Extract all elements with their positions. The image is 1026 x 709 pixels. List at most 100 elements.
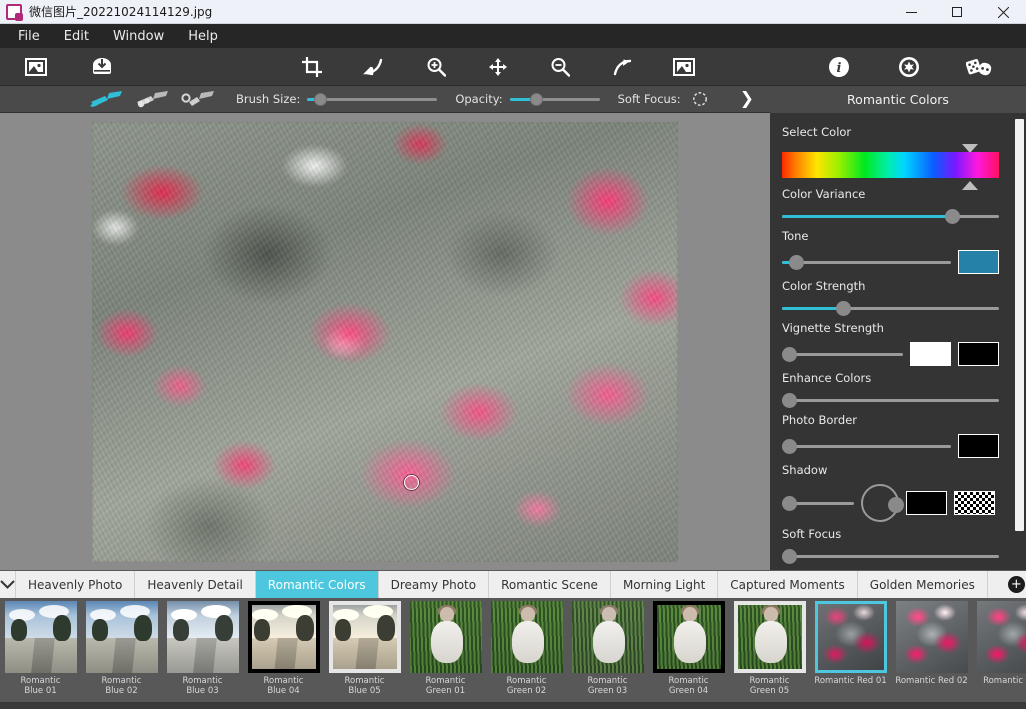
tab-heavenly-detail[interactable]: Heavenly Detail (135, 571, 255, 598)
panel-scrollbar-thumb[interactable] (1015, 119, 1024, 531)
thumbnail-item[interactable]: Romantic Red (972, 598, 1026, 686)
thumbnail-caption: Romantic Green 04 (669, 676, 709, 696)
expand-options-button[interactable]: ❯ (740, 91, 754, 108)
effects-icon[interactable] (959, 50, 999, 84)
paint-brush-icon[interactable] (88, 89, 126, 109)
info-icon[interactable]: i (819, 50, 859, 84)
tone-slider[interactable] (782, 254, 951, 270)
thumbnail-item[interactable]: Romantic Red 02 (891, 598, 972, 686)
soft-focus-slider[interactable] (782, 548, 999, 564)
thumbnail-item[interactable]: Romantic Green 03 (567, 598, 648, 696)
menu-help[interactable]: Help (176, 26, 230, 47)
thumbnail-image[interactable] (572, 601, 644, 673)
thumbnail-image[interactable] (491, 601, 563, 673)
soft-focus-panel-label: Soft Focus (782, 527, 999, 541)
shadow-black-swatch[interactable] (906, 491, 947, 515)
zoom-in-icon[interactable] (416, 50, 456, 84)
thumbnail-item[interactable]: Romantic Blue 04 (243, 598, 324, 696)
pan-move-icon[interactable] (478, 50, 518, 84)
enhance-colors-slider[interactable] (782, 392, 999, 408)
tab-romantic-scene[interactable]: Romantic Scene (489, 571, 611, 598)
color-variance-slider[interactable] (782, 208, 999, 224)
thumbnail-image[interactable] (815, 601, 887, 673)
opacity-slider[interactable] (510, 92, 600, 106)
thumbnail-item-selected[interactable]: Romantic Red 01 (810, 598, 891, 686)
enhance-colors-label: Enhance Colors (782, 371, 999, 385)
thumbnail-image[interactable] (896, 601, 968, 673)
photo-border-label: Photo Border (782, 413, 999, 427)
shadow-direction-dial[interactable] (861, 484, 899, 522)
close-button[interactable] (980, 0, 1026, 24)
thumbnail-caption: Romantic Blue 03 (183, 676, 223, 696)
vignette-strength-slider[interactable] (782, 346, 903, 362)
brush-size-slider[interactable] (307, 92, 437, 106)
vignette-black-swatch[interactable] (958, 342, 999, 366)
thumbnail-caption: Romantic Blue 05 (345, 676, 385, 696)
menu-edit[interactable]: Edit (52, 26, 101, 47)
thumbnail-item[interactable]: Romantic Blue 01 (0, 598, 81, 696)
thumbnail-image[interactable] (167, 601, 239, 673)
brush-mode-group (88, 89, 218, 109)
save-image-icon[interactable] (82, 50, 122, 84)
panel-scrollbar[interactable] (1013, 113, 1026, 570)
redo-icon[interactable] (602, 50, 642, 84)
smart-brush-icon[interactable] (180, 89, 218, 109)
preset-thumbnail-strip[interactable]: Romantic Blue 01 Romantic Blue 02 Romant… (0, 598, 1026, 702)
open-image-icon[interactable] (16, 50, 56, 84)
tab-captured-moments[interactable]: Captured Moments (718, 571, 857, 598)
minimize-button[interactable] (888, 0, 934, 24)
tab-dreamy-photo[interactable]: Dreamy Photo (379, 571, 489, 598)
thumbnail-image[interactable] (86, 601, 158, 673)
photo-border-black-swatch[interactable] (958, 434, 999, 458)
undo-icon[interactable] (354, 50, 394, 84)
menu-file[interactable]: File (6, 26, 52, 47)
thumbnail-image[interactable] (410, 601, 482, 673)
thumbnail-item[interactable]: Romantic Green 04 (648, 598, 729, 696)
maximize-button[interactable] (934, 0, 980, 24)
tab-morning-light[interactable]: Morning Light (611, 571, 718, 598)
shadow-label: Shadow (782, 463, 999, 477)
thumbnail-item[interactable]: Romantic Blue 05 (324, 598, 405, 696)
window-title: 微信图片_20221024114129.jpg (29, 3, 212, 20)
svg-text:i: i (837, 61, 842, 76)
thumbnail-image[interactable] (248, 601, 320, 673)
brush-cursor (404, 475, 419, 490)
color-strength-slider[interactable] (782, 300, 999, 316)
edited-photo[interactable] (92, 122, 678, 562)
color-strength-label: Color Strength (782, 279, 999, 293)
shadow-slider[interactable] (782, 495, 854, 511)
tab-heavenly-photo[interactable]: Heavenly Photo (16, 571, 135, 598)
thumbnail-item[interactable]: Romantic Green 05 (729, 598, 810, 696)
menu-window[interactable]: Window (101, 26, 176, 47)
photo-border-slider[interactable] (782, 438, 951, 454)
thumbnail-item[interactable]: Romantic Green 02 (486, 598, 567, 696)
crop-icon[interactable] (292, 50, 332, 84)
thumbnail-item[interactable]: Romantic Blue 03 (162, 598, 243, 696)
thumbnail-image[interactable] (734, 601, 806, 673)
settings-icon[interactable] (889, 50, 929, 84)
vignette-strength-label: Vignette Strength (782, 321, 999, 335)
thumbnail-image[interactable] (653, 601, 725, 673)
shadow-transparent-swatch[interactable] (954, 491, 995, 515)
erase-brush-icon[interactable] (134, 89, 172, 109)
preset-tabbar: Heavenly Photo Heavenly Detail Romantic … (0, 570, 1026, 598)
add-preset-button[interactable]: + (1008, 576, 1025, 593)
image-canvas[interactable] (0, 113, 770, 570)
tab-golden-memories[interactable]: Golden Memories (858, 571, 988, 598)
tab-romantic-colors[interactable]: Romantic Colors (256, 571, 379, 598)
thumbnail-frame-black (653, 601, 725, 673)
hue-gradient-bar[interactable] (782, 152, 999, 178)
thumbnail-selection-border (815, 601, 887, 673)
tone-color-swatch[interactable] (958, 250, 999, 274)
fit-image-icon[interactable] (664, 50, 704, 84)
thumbnail-image[interactable] (5, 601, 77, 673)
thumbnail-image[interactable] (977, 601, 1026, 673)
thumbnail-item[interactable]: Romantic Green 01 (405, 598, 486, 696)
chevron-down-icon[interactable] (0, 571, 16, 598)
thumbnail-caption: Romantic Blue 04 (264, 676, 304, 696)
soft-focus-circle-icon[interactable] (692, 91, 708, 107)
thumbnail-image[interactable] (329, 601, 401, 673)
thumbnail-item[interactable]: Romantic Blue 02 (81, 598, 162, 696)
vignette-white-swatch[interactable] (910, 342, 951, 366)
zoom-out-icon[interactable] (540, 50, 580, 84)
